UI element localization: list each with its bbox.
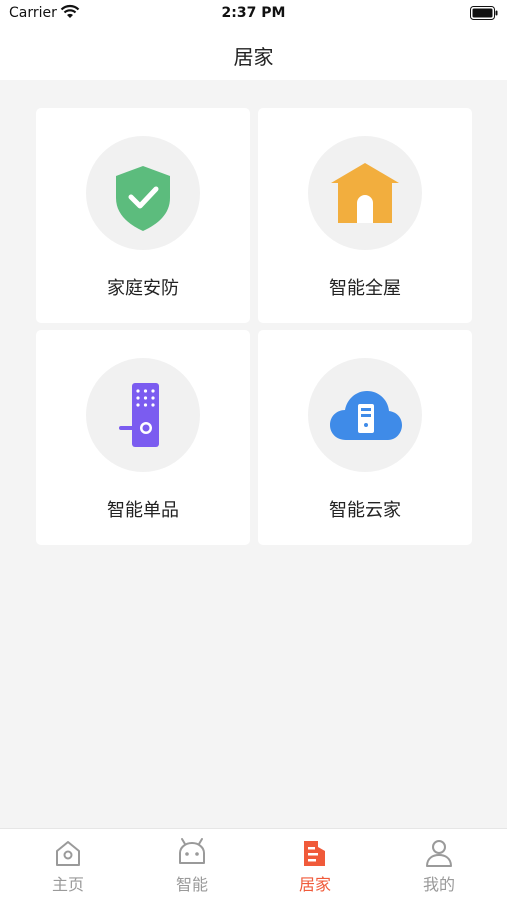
tab-label: 居家 [298,875,331,894]
home-icon [56,841,80,866]
battery-icon [470,6,498,20]
card-label: 家庭安防 [107,278,179,299]
navigation-bar: 居家 [0,28,507,80]
card-smart-device[interactable]: 智能单品 [36,330,250,545]
icon-circle [308,136,422,250]
clock: 2:37 PM [221,5,286,21]
shield-check-icon [116,166,170,231]
icon-circle [308,358,422,472]
tab-bar: 主页 智能 居家 我的 [0,828,507,901]
card-label: 智能云家 [329,500,401,521]
tab-label: 智能 [175,875,208,894]
tab-profile[interactable]: 我的 [376,829,502,901]
user-icon [426,840,452,867]
card-label: 智能单品 [107,500,179,521]
tab-living[interactable]: 居家 [252,829,378,901]
tab-label: 主页 [51,875,84,894]
page-title: 居家 [233,45,274,69]
icon-circle [86,358,200,472]
robot-icon [179,838,205,864]
card-smart-home[interactable]: 智能全屋 [258,108,472,323]
house-icon [331,163,399,223]
tab-home[interactable]: 主页 [5,829,131,901]
status-bar: Carrier 2:37 PM [0,0,507,28]
card-home-security[interactable]: 家庭安防 [36,108,250,323]
building-icon [304,841,325,866]
card-label: 智能全屋 [329,278,401,299]
tab-label: 我的 [422,875,455,894]
icon-circle [86,136,200,250]
cloud-server-icon [330,391,402,440]
smart-lock-icon [119,383,159,447]
card-cloud-home[interactable]: 智能云家 [258,330,472,545]
tab-smart[interactable]: 智能 [129,829,255,901]
